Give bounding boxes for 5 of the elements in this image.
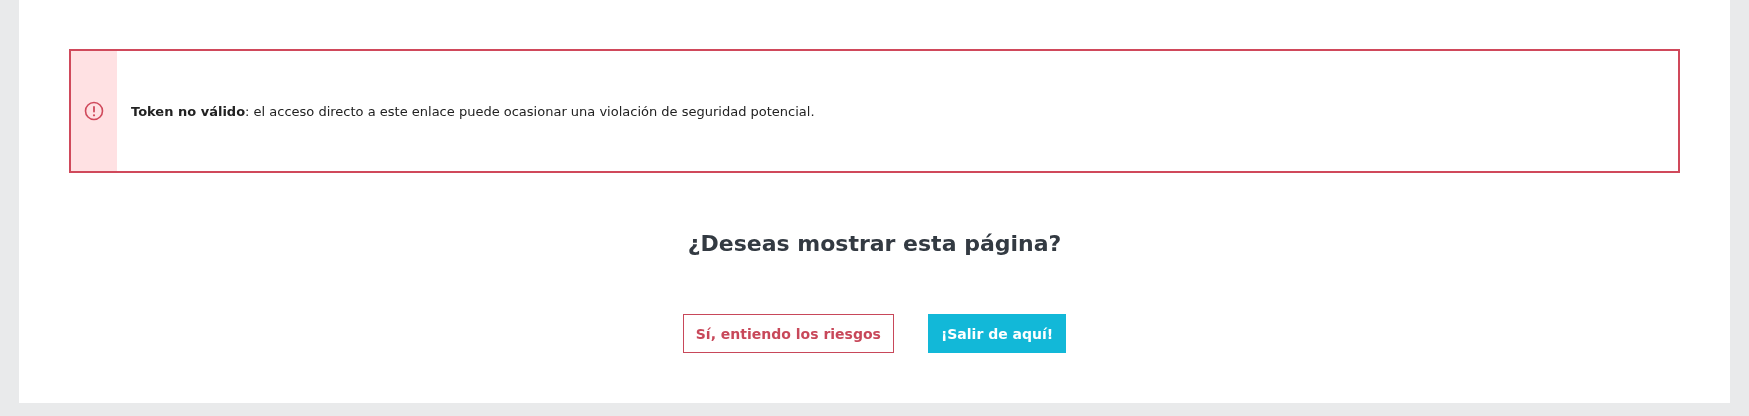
exit-button[interactable]: ¡Salir de aquí!	[927, 314, 1067, 353]
alert-message: Token no válido: el acceso directo a este enlace puede ocasionar una violación de seguridad potencial.	[131, 103, 815, 119]
accept-risk-button[interactable]: Sí, entiendo los riesgos	[682, 314, 894, 353]
warning-icon	[84, 101, 104, 121]
question-heading: ¿Deseas mostrar esta página?	[686, 231, 1063, 256]
